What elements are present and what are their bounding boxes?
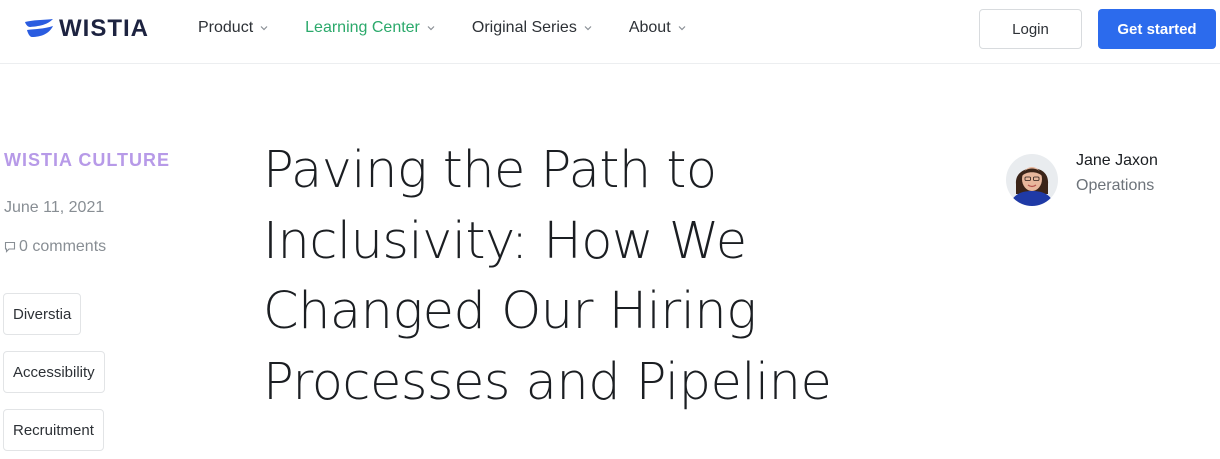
nav-item-label: Learning Center xyxy=(305,19,420,36)
chevron-down-icon xyxy=(584,26,592,31)
chevron-down-icon xyxy=(678,26,686,31)
title-line: Inclusivity: How We xyxy=(263,211,747,271)
author-role: Operations xyxy=(1076,177,1155,194)
article-date: June 11, 2021 xyxy=(4,199,105,216)
nav-item-about[interactable]: About xyxy=(629,19,687,37)
author-avatar xyxy=(1006,154,1058,206)
comments-count: 0 comments xyxy=(19,238,107,255)
chevron-down-icon xyxy=(427,26,435,31)
nav-item-label: About xyxy=(628,19,671,36)
article-category[interactable]: WISTIA CULTURE xyxy=(4,150,170,171)
comment-icon xyxy=(4,241,16,253)
title-line: Processes and Pipeline xyxy=(263,352,832,412)
title-line: Changed Our Hiring xyxy=(263,282,757,341)
login-button[interactable]: Login xyxy=(979,9,1082,49)
top-navigation-bar: WISTIA Product Learning Center Original … xyxy=(0,0,1220,64)
article-title: Paving the Path to Inclusivity: How We C… xyxy=(263,136,903,418)
main-nav: Product Learning Center Original Series … xyxy=(198,0,723,56)
wistia-logo-icon xyxy=(25,19,53,37)
nav-item-label: Product xyxy=(198,19,254,36)
author-portrait-icon xyxy=(1006,154,1058,206)
nav-item-learning-center[interactable]: Learning Center xyxy=(305,19,436,37)
chevron-down-icon xyxy=(260,26,268,31)
get-started-button[interactable]: Get started xyxy=(1098,9,1216,49)
tag-recruitment[interactable]: Recruitment xyxy=(3,409,104,451)
tag-accessibility[interactable]: Accessibility xyxy=(3,351,105,393)
nav-item-label: Original Series xyxy=(471,19,577,36)
wistia-logo[interactable]: WISTIA xyxy=(24,14,149,44)
author-name[interactable]: Jane Jaxon xyxy=(1076,152,1158,170)
nav-item-product[interactable]: Product xyxy=(198,19,269,37)
logo-wordmark: WISTIA xyxy=(59,15,149,42)
tag-diverstia[interactable]: Diverstia xyxy=(3,293,82,335)
nav-item-original-series[interactable]: Original Series xyxy=(472,19,593,37)
comments-link[interactable]: 0 comments xyxy=(4,238,106,256)
title-line: Paving the Path to xyxy=(263,141,717,200)
